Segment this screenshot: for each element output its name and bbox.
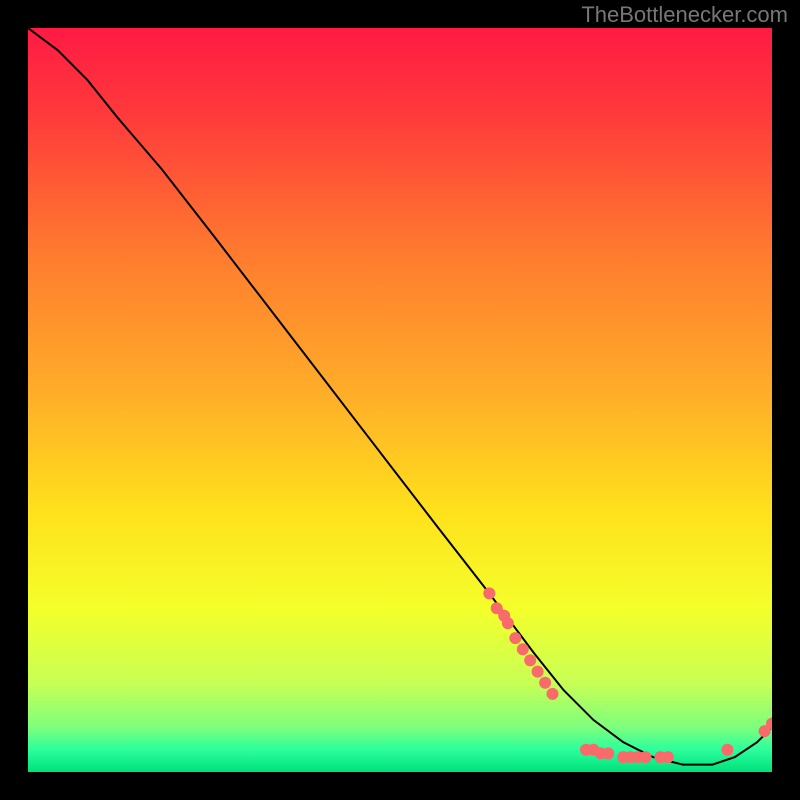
data-point <box>524 654 536 666</box>
chart-area <box>28 28 772 772</box>
data-point <box>662 751 674 763</box>
data-point <box>602 747 614 759</box>
data-point <box>509 632 521 644</box>
data-point <box>502 617 514 629</box>
attribution-text: TheBottlenecker.com <box>581 2 788 28</box>
gradient-background <box>28 28 772 772</box>
data-point <box>547 688 559 700</box>
data-point <box>483 587 495 599</box>
data-point <box>517 643 529 655</box>
data-point <box>532 666 544 678</box>
data-point <box>539 677 551 689</box>
data-point <box>640 751 652 763</box>
bottleneck-chart <box>28 28 772 772</box>
data-point <box>721 744 733 756</box>
